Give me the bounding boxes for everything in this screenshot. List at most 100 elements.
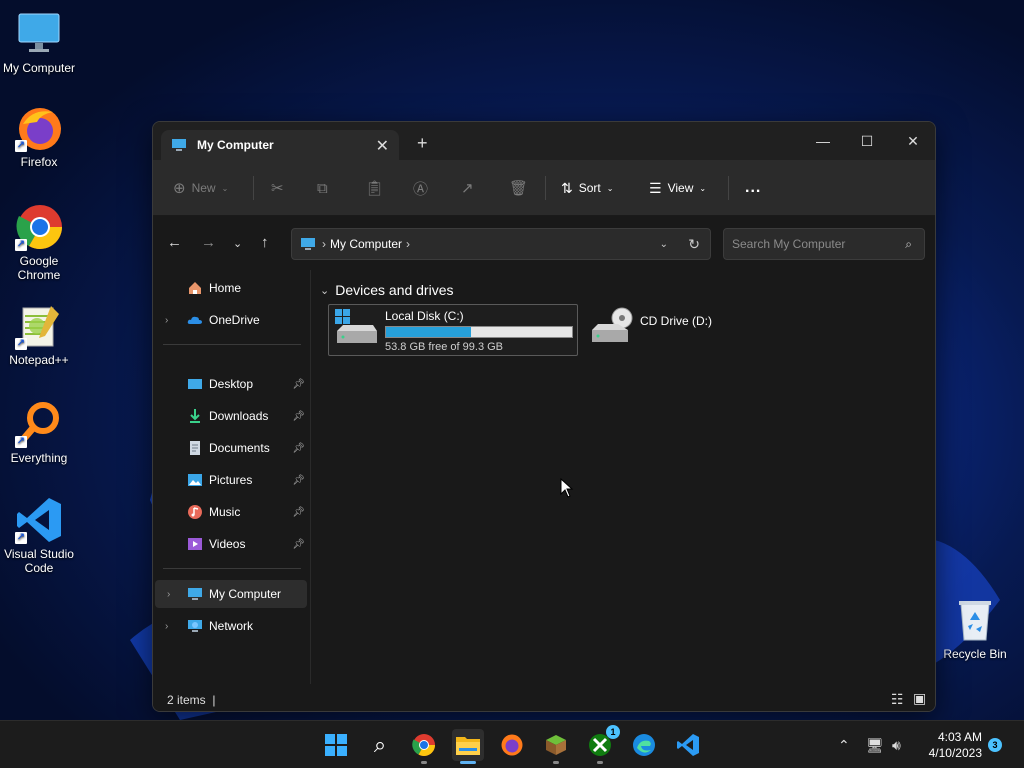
desktop-icon-label: Recycle Bin [943,647,1007,661]
folder-icon [456,737,480,755]
sidebar-divider [163,568,301,569]
sidebar-item-label: Desktop [209,377,254,391]
sidebar-item-documents[interactable]: Documents 📌︎ [153,434,309,462]
sidebar-item-my-computer[interactable]: › My Computer [155,580,307,608]
forward-arrow-icon[interactable]: → [201,234,216,251]
everything-search-icon: ↗ [15,400,63,448]
desktop-icon-label: Visual Studio Code [4,547,74,575]
notification-count-badge[interactable]: 3 [988,738,1002,752]
collapse-chevron-icon: ⌄ [320,284,330,297]
taskbar-minecraft[interactable] [540,729,572,764]
desktop-icon-recycle-bin[interactable]: Recycle Bin [936,596,1014,661]
clock[interactable]: 4:03 AM 4/10/2023 [920,729,982,761]
refresh-icon[interactable]: ↻ [688,236,700,253]
sidebar-item-videos[interactable]: Videos 📌︎ [153,530,309,558]
share-button[interactable]: ↗ [461,178,474,198]
pin-icon[interactable]: 📌︎ [292,379,305,390]
close-window-button[interactable]: ✕ [893,128,933,154]
sidebar-item-home[interactable]: Home [153,274,309,302]
sidebar-item-label: Videos [209,537,246,551]
breadcrumb-my-computer[interactable]: My Computer [330,237,402,251]
show-hidden-icons-chevron-icon[interactable]: ⌃ [838,737,850,754]
drive-cd-d[interactable]: CD Drive (D:) [588,304,738,356]
sidebar-item-music[interactable]: Music 📌︎ [153,498,309,526]
new-button[interactable]: ⊕ New ⌄ [173,178,228,198]
sidebar-item-downloads[interactable]: Downloads 📌︎ [153,402,309,430]
more-options-button[interactable]: ... [745,178,761,198]
expand-chevron-icon[interactable]: › [165,315,168,326]
drive-name: Local Disk (C:) [385,309,464,323]
toolbar-divider [545,176,546,200]
expand-chevron-icon[interactable]: › [165,621,168,632]
running-indicator [597,761,603,764]
monitor-icon [15,10,63,58]
taskbar-edge[interactable] [628,729,660,761]
pin-icon[interactable]: 📌︎ [292,507,305,518]
shortcut-arrow-icon: ↗ [15,532,27,544]
desktop-icon-vscode[interactable]: ↗ Visual Studio Code [0,496,78,575]
file-explorer-window: My Computer ✕ + — ☐ ✕ ⊕ New ⌄ ✂ ⧉ 📋︎ Ⓐ ↗… [152,121,936,712]
desktop-icon-notepadpp[interactable]: ↗ Notepad++ [0,302,78,367]
chrome-icon [412,734,435,756]
tab-close-icon[interactable]: ✕ [376,136,389,156]
desktop-folder-icon [187,376,203,392]
delete-button[interactable]: 🗑︎ [509,178,528,198]
details-view-icon[interactable]: ☷ [891,691,904,708]
copy-button[interactable]: ⧉ [317,178,328,198]
paste-button[interactable]: 📋︎ [365,178,384,198]
sidebar-item-network[interactable]: › Network [153,612,309,640]
desktop-icon-my-computer[interactable]: My Computer [0,10,78,75]
taskbar-firefox[interactable] [496,729,528,761]
desktop-icon-chrome[interactable]: ↗ Google Chrome [0,203,78,282]
pin-icon[interactable]: 📌︎ [292,539,305,550]
navigation-pane: Home › OneDrive Desktop 📌︎ Downloads 📌︎ … [153,270,311,684]
address-dropdown-chevron-icon[interactable]: ⌄ [660,239,668,250]
rename-button[interactable]: Ⓐ [413,178,428,198]
chrome-icon: ↗ [15,203,63,251]
taskbar-chrome[interactable] [408,729,440,764]
taskbar-file-explorer[interactable] [452,729,484,764]
chevron-down-icon: ⌄ [606,183,614,193]
sidebar-item-desktop[interactable]: Desktop 📌︎ [153,370,309,398]
address-bar[interactable]: › My Computer › ⌄ ↻ [291,228,711,260]
new-tab-button[interactable]: + [417,133,428,154]
pin-icon[interactable]: 📌︎ [292,411,305,422]
drive-local-disk-c[interactable]: Local Disk (C:) 53.8 GB free of 99.3 GB [328,304,578,356]
minimize-button[interactable]: — [803,128,843,154]
pin-icon[interactable]: 📌︎ [292,443,305,454]
network-icon[interactable]: 🖥︎ [866,737,884,754]
sidebar-item-label: Pictures [209,473,253,487]
volume-icon[interactable]: 🔊︎ [892,737,901,754]
desktop-icon-firefox[interactable]: ↗ Firefox [0,104,78,169]
desktop-icon-everything[interactable]: ↗ Everything [0,400,78,465]
sidebar-item-pictures[interactable]: Pictures 📌︎ [153,466,309,494]
taskbar-vscode[interactable] [672,729,704,761]
maximize-button[interactable]: ☐ [847,128,887,154]
expand-chevron-icon[interactable]: › [167,589,170,600]
tiles-view-icon[interactable]: ▣ [913,690,926,707]
drive-usage-fill [386,327,472,337]
up-arrow-icon[interactable]: ↑ [261,234,269,251]
sidebar-item-label: Network [209,619,254,633]
view-button[interactable]: ☰ View ⌄ [649,178,706,198]
sidebar-item-onedrive[interactable]: › OneDrive [153,306,309,334]
running-indicator [553,761,559,764]
sort-button[interactable]: ⇅ Sort ⌄ [561,178,613,198]
recent-locations-chevron-icon[interactable]: ⌄ [233,237,242,250]
sort-icon: ⇅ [561,179,573,196]
scissors-icon: ✂ [271,180,284,197]
search-box[interactable]: Search My Computer ⌕ [723,228,925,260]
taskbar-xbox[interactable]: 1 [584,725,620,764]
desktop-icon-label: Google Chrome [17,254,61,282]
desktop-icon-label: My Computer [2,61,76,75]
start-button[interactable] [320,729,352,761]
back-arrow-icon[interactable]: ← [167,234,182,251]
taskbar-search-button[interactable]: ⌕ [364,729,396,761]
sort-button-label: Sort [578,181,601,195]
pin-icon[interactable]: 📌︎ [292,475,305,486]
tab-title: My Computer [197,138,274,152]
group-header-devices[interactable]: ⌄ Devices and drives [320,282,454,298]
tab-my-computer[interactable]: My Computer ✕ [161,130,399,160]
monitor-icon [187,586,203,602]
cut-button[interactable]: ✂ [271,178,284,198]
